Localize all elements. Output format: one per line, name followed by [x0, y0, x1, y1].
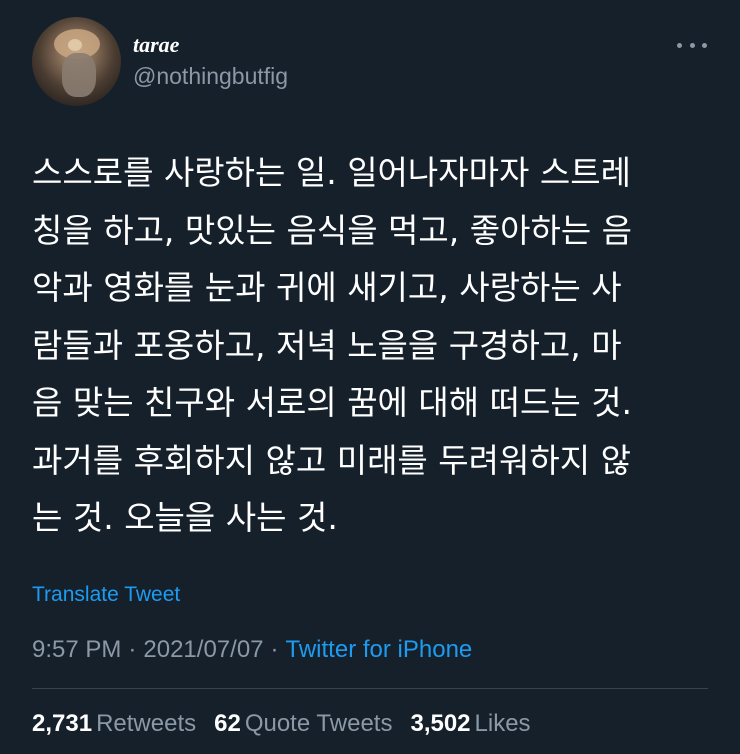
tweet-source-link[interactable]: Twitter for iPhone [286, 636, 473, 663]
quote-tweets-label: Quote Tweets [244, 710, 393, 737]
dot [677, 42, 682, 48]
likes-label: Likes [474, 710, 531, 737]
tweet-detail: tarae @nothingbutfig 스스로를 사랑하는 일. 일어나자마자… [0, 0, 740, 754]
avatar-image-part [62, 53, 96, 97]
tweet-text: 스스로를 사랑하는 일. 일어나자마자 스트레 칭을 하고, 맛있는 음식을 먹… [32, 153, 633, 537]
quote-tweets-count: 62 [214, 710, 241, 737]
divider [32, 688, 708, 689]
author-handle[interactable]: @nothingbutfig [133, 63, 288, 90]
translate-tweet-link[interactable]: Translate Tweet [32, 583, 180, 607]
dot [702, 42, 707, 48]
quote-tweets-stat[interactable]: 62 Quote Tweets [214, 710, 392, 738]
retweets-count: 2,731 [32, 710, 93, 737]
engagement-stats: 2,731 Retweets 62 Quote Tweets 3,502 Likes [32, 710, 549, 738]
likes-stat[interactable]: 3,502 Likes [410, 710, 530, 738]
likes-count: 3,502 [410, 710, 471, 737]
more-options-icon[interactable] [677, 40, 707, 50]
retweets-label: Retweets [96, 710, 197, 737]
meta-separator: · [128, 636, 137, 663]
tweet-date[interactable]: 2021/07/07 [143, 636, 263, 663]
avatar[interactable] [32, 17, 121, 106]
tweet-meta: 9:57 PM · 2021/07/07 · Twitter for iPhone [32, 636, 472, 664]
avatar-image-part [68, 39, 82, 51]
dot [689, 42, 695, 48]
retweets-stat[interactable]: 2,731 Retweets [32, 710, 196, 738]
tweet-time[interactable]: 9:57 PM [32, 636, 121, 663]
meta-separator: · [270, 636, 279, 663]
author-display-name[interactable]: tarae [133, 32, 179, 58]
